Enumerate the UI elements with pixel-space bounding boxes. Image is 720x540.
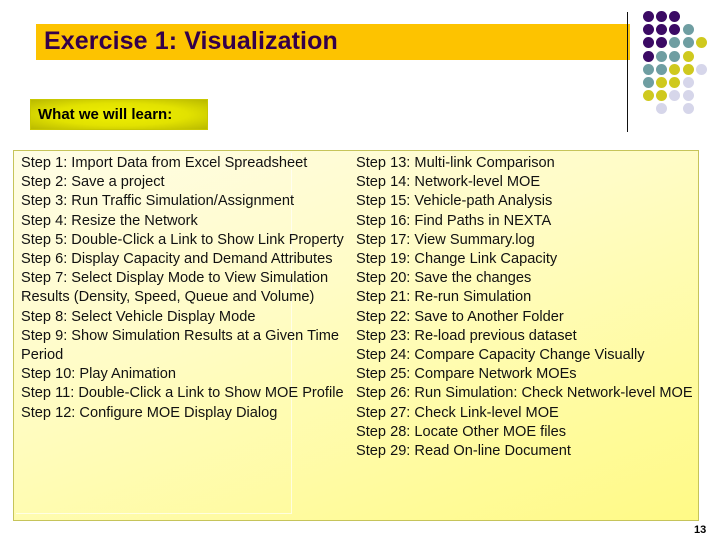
steps-list-left: Step 1: Import Data from Excel Spreadshe…	[21, 154, 346, 423]
step-item: Step 4: Resize the Network	[21, 212, 198, 229]
decorative-dot	[643, 24, 654, 36]
step-item: Step 2: Save a project	[21, 174, 165, 191]
decorative-dot	[682, 77, 694, 88]
step-item: Step 7: Select Display Mode to View Simu…	[21, 270, 329, 306]
step-item: Step 13: Multi-link Comparison	[356, 155, 555, 171]
step-item: Step 21: Re-run Simulation	[356, 289, 532, 306]
decorative-dot	[656, 50, 668, 62]
decorative-dot	[643, 90, 654, 102]
step-item: Step 22: Save to Another Folder	[356, 308, 564, 325]
step-item: Step 3: Run Traffic Simulation/Assignmen…	[21, 193, 295, 210]
decorative-dot	[669, 37, 681, 49]
decorative-dot	[669, 90, 681, 102]
decorative-dot	[695, 63, 707, 75]
decorative-dot	[682, 37, 694, 49]
decorative-dot	[682, 103, 694, 115]
decorative-dot	[682, 63, 694, 75]
page-number: 13	[694, 524, 707, 536]
decorative-dot	[656, 90, 668, 102]
decorative-dot	[656, 103, 668, 115]
decorative-dot	[669, 63, 681, 75]
decorative-dot	[656, 77, 668, 88]
decorative-dot	[695, 37, 707, 49]
step-item: Step 28: Locate Other MOE files	[356, 423, 567, 440]
step-item: Step 25: Compare Network MOEs	[356, 366, 577, 383]
decorative-dot	[669, 11, 681, 22]
step-item: Step 5: Double-Click a Link to Show Link…	[21, 231, 344, 248]
decorative-dot	[669, 50, 681, 62]
step-item: Step 14: Network-level MOE	[356, 174, 541, 191]
step-item: Step 27: Check Link-level MOE	[356, 404, 559, 421]
decorative-dot	[656, 24, 668, 36]
step-item: Step 17: View Summary.log	[356, 231, 535, 248]
step-item: Step 29: Read On-line Document	[356, 443, 571, 460]
decorative-dot	[669, 24, 681, 36]
decorative-dot	[656, 37, 668, 49]
step-item: Step 19: Change Link Capacity	[356, 251, 558, 268]
subtitle: What we will learn:	[38, 106, 173, 123]
step-item: Step 12: Configure MOE Display Dialog	[21, 404, 278, 421]
steps-content-box: Step 1: Import Data from Excel Spreadshe…	[13, 150, 699, 521]
decorative-dot	[643, 37, 654, 49]
decorative-dot	[682, 90, 694, 102]
decorative-dot	[643, 11, 654, 22]
steps-list-right: Step 13: Multi-link Comparison Step 14: N…	[356, 154, 696, 461]
step-item: Step 6: Display Capacity and Demand Attr…	[21, 251, 333, 268]
step-item: Step 15: Vehicle-path Analysis	[356, 193, 553, 210]
step-item: Step 10: Play Animation	[21, 366, 176, 383]
decorative-dot	[669, 77, 681, 88]
step-item: Step 24: Compare Capacity Change Visuall…	[356, 347, 645, 364]
step-item: Step 20: Save the changes	[356, 270, 532, 287]
step-item: Step 23: Re-load previous dataset	[356, 327, 577, 344]
step-item: Step 1: Import Data from Excel Spreadshe…	[21, 155, 308, 171]
decorative-dot	[643, 63, 654, 75]
decorative-dot	[682, 50, 694, 62]
step-item: Step 8: Select Vehicle Display Mode	[21, 308, 256, 325]
step-item: Step 9: Show Simulation Results at a Giv…	[21, 327, 339, 364]
decorative-dot	[682, 24, 694, 36]
decorative-dot	[643, 50, 654, 62]
decorative-dot	[656, 63, 668, 75]
step-item: Step 11: Double-Click a Link to Show MOE…	[21, 385, 344, 402]
subtitle-box: What we will learn:	[30, 99, 208, 130]
decorative-dot	[656, 11, 668, 22]
step-item: Step 26: Run Simulation: Check Network-l…	[356, 385, 693, 402]
decorative-dot	[643, 77, 654, 88]
step-item: Step 16: Find Paths in NEXTA	[356, 212, 552, 229]
